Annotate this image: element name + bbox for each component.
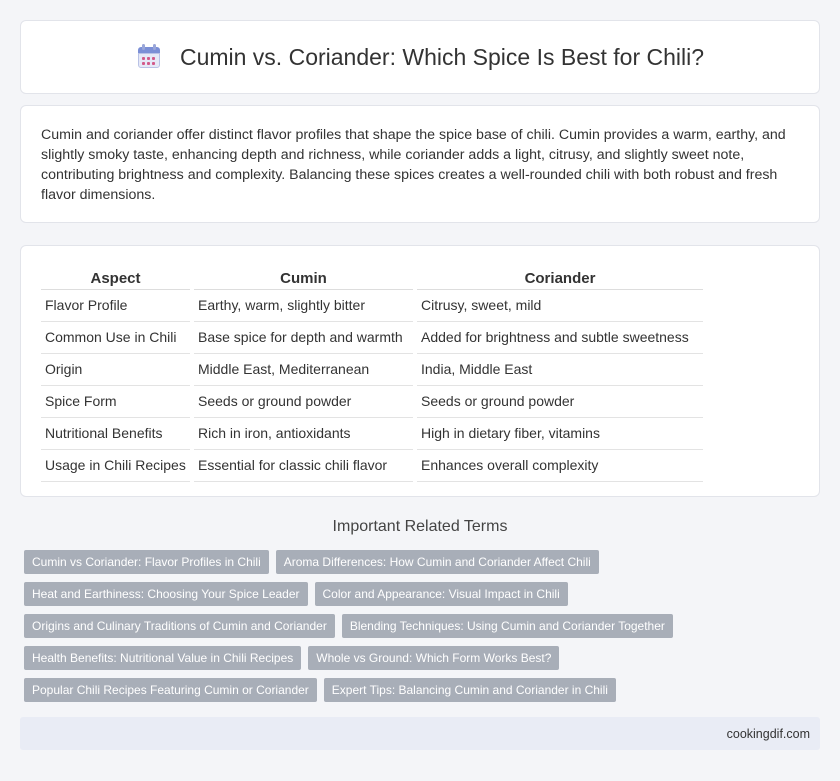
table-cell: Usage in Chili Recipes (41, 450, 190, 482)
comparison-table: Aspect Cumin Coriander Flavor Profile Ea… (37, 266, 707, 482)
table-cell: Essential for classic chili flavor (194, 450, 413, 482)
header-aspect: Aspect (41, 266, 190, 290)
table-cell: Base spice for depth and warmth (194, 322, 413, 354)
footer-site-name[interactable]: cookingdif.com (727, 727, 810, 741)
title-wrap: Cumin vs. Coriander: Which Spice Is Best… (136, 44, 704, 71)
related-term-link[interactable]: Aroma Differences: How Cumin and Coriand… (275, 550, 599, 574)
table-cell: Added for brightness and subtle sweetnes… (417, 322, 703, 354)
table-row: Flavor Profile Earthy, warm, slightly bi… (41, 290, 703, 322)
table-row: Usage in Chili Recipes Essential for cla… (41, 450, 703, 482)
table-cell: Common Use in Chili (41, 322, 190, 354)
table-cell: Rich in iron, antioxidants (194, 418, 413, 450)
table-header-row: Aspect Cumin Coriander (41, 266, 703, 290)
calendar-icon (136, 44, 162, 70)
related-term-link[interactable]: Cumin vs Coriander: Flavor Profiles in C… (24, 550, 269, 574)
tag-row: Heat and Earthiness: Choosing Your Spice… (24, 582, 824, 606)
related-term-link[interactable]: Health Benefits: Nutritional Value in Ch… (24, 646, 302, 670)
table-cell: Spice Form (41, 386, 190, 418)
tag-row: Cumin vs Coriander: Flavor Profiles in C… (24, 550, 824, 574)
tag-row: Origins and Culinary Traditions of Cumin… (24, 614, 824, 638)
related-term-link[interactable]: Origins and Culinary Traditions of Cumin… (24, 614, 335, 638)
table-cell: Citrusy, sweet, mild (417, 290, 703, 322)
table-cell: High in dietary fiber, vitamins (417, 418, 703, 450)
table-cell: Nutritional Benefits (41, 418, 190, 450)
related-term-link[interactable]: Whole vs Ground: Which Form Works Best? (308, 646, 560, 670)
tag-row: Popular Chili Recipes Featuring Cumin or… (24, 678, 824, 702)
table-cell: Origin (41, 354, 190, 386)
related-term-link[interactable]: Expert Tips: Balancing Cumin and Coriand… (323, 678, 616, 702)
related-term-link[interactable]: Blending Techniques: Using Cumin and Cor… (341, 614, 673, 638)
header-cumin: Cumin (194, 266, 413, 290)
comparison-card: Aspect Cumin Coriander Flavor Profile Ea… (20, 245, 820, 497)
table-row: Spice Form Seeds or ground powder Seeds … (41, 386, 703, 418)
table-cell: Enhances overall complexity (417, 450, 703, 482)
related-terms-title: Important Related Terms (332, 518, 508, 535)
table-cell: India, Middle East (417, 354, 703, 386)
related-term-link[interactable]: Popular Chili Recipes Featuring Cumin or… (24, 678, 317, 702)
related-terms: Cumin vs Coriander: Flavor Profiles in C… (24, 550, 824, 710)
header-coriander: Coriander (417, 266, 703, 290)
table-cell: Flavor Profile (41, 290, 190, 322)
page-title: Cumin vs. Coriander: Which Spice Is Best… (179, 43, 705, 70)
tag-row: Health Benefits: Nutritional Value in Ch… (24, 646, 824, 670)
table-cell: Middle East, Mediterranean (194, 354, 413, 386)
table-row: Origin Middle East, Mediterranean India,… (41, 354, 703, 386)
table-cell: Seeds or ground powder (417, 386, 703, 418)
table-cell: Seeds or ground powder (194, 386, 413, 418)
related-term-link[interactable]: Heat and Earthiness: Choosing Your Spice… (24, 582, 308, 606)
table-row: Common Use in Chili Base spice for depth… (41, 322, 703, 354)
header-card: Cumin vs. Coriander: Which Spice Is Best… (20, 20, 820, 94)
intro-card: Cumin and coriander offer distinct flavo… (20, 105, 820, 223)
related-term-link[interactable]: Color and Appearance: Visual Impact in C… (314, 582, 568, 606)
table-cell: Earthy, warm, slightly bitter (194, 290, 413, 322)
footer: cookingdif.com (20, 717, 820, 750)
intro-text: Cumin and coriander offer distinct flavo… (41, 127, 786, 203)
table-row: Nutritional Benefits Rich in iron, antio… (41, 418, 703, 450)
